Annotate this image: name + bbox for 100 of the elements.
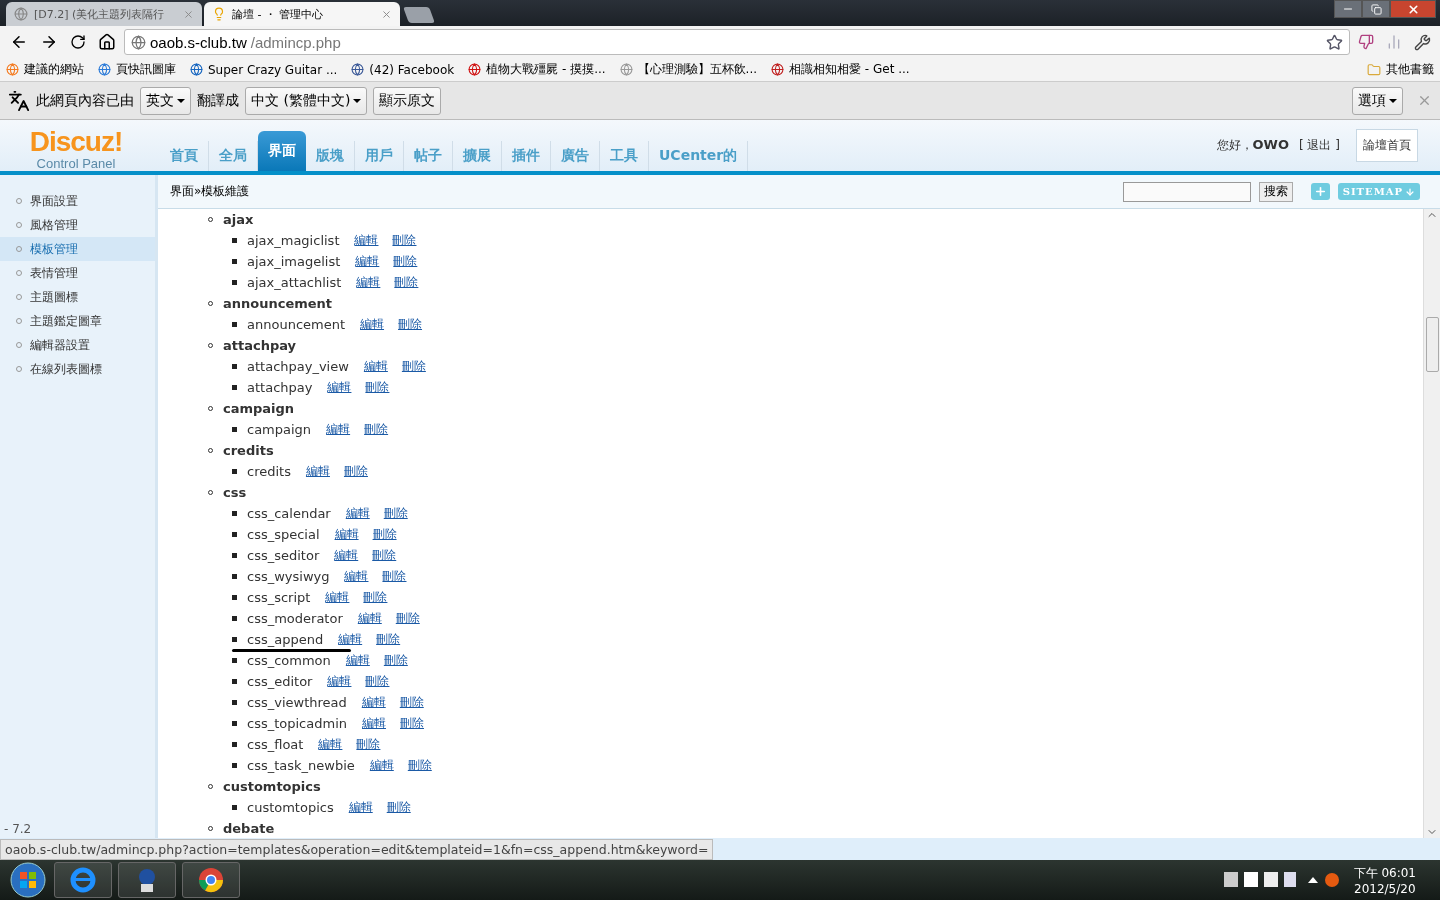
sidebar-item[interactable]: 界面設置 bbox=[0, 189, 155, 213]
sidebar-item[interactable]: 主題圖標 bbox=[0, 285, 155, 309]
edit-link[interactable]: 編輯 bbox=[334, 547, 359, 564]
delete-link[interactable]: 刪除 bbox=[356, 736, 381, 753]
other-bookmarks[interactable]: 其他書籤 bbox=[1367, 61, 1434, 78]
edit-link[interactable]: 編輯 bbox=[362, 715, 386, 732]
delete-link[interactable]: 刪除 bbox=[382, 568, 407, 585]
edit-link[interactable]: 編輯 bbox=[318, 736, 343, 753]
wrench-icon[interactable] bbox=[1413, 33, 1431, 51]
delete-link[interactable]: 刪除 bbox=[364, 421, 389, 438]
breadcrumb: 界面»模板維護 bbox=[170, 183, 250, 200]
edit-link[interactable]: 編輯 bbox=[369, 757, 394, 774]
chrome-taskbar-icon[interactable] bbox=[182, 862, 240, 898]
maximize-button[interactable] bbox=[1362, 0, 1390, 18]
close-icon[interactable] bbox=[381, 8, 392, 20]
delete-link[interactable]: 刪除 bbox=[398, 316, 423, 333]
delete-link[interactable]: 刪除 bbox=[372, 526, 397, 543]
close-button[interactable] bbox=[1390, 0, 1436, 18]
star-icon[interactable] bbox=[1326, 33, 1343, 51]
browser-tab[interactable]: [D7.2] (美化主題列表隔行 bbox=[6, 2, 202, 26]
delete-link[interactable]: 刪除 bbox=[393, 253, 418, 270]
delete-link[interactable]: 刪除 bbox=[376, 631, 401, 648]
edit-link[interactable]: 編輯 bbox=[344, 568, 369, 585]
template-name: ajax_attachlist bbox=[247, 275, 342, 290]
template-name: credits bbox=[247, 464, 291, 479]
delete-link[interactable]: 刪除 bbox=[394, 274, 419, 291]
edit-link[interactable]: 編輯 bbox=[327, 673, 352, 690]
bookmark[interactable]: 建議的網站 bbox=[6, 61, 84, 78]
delete-link[interactable]: 刪除 bbox=[399, 694, 424, 711]
edit-link[interactable]: 編輯 bbox=[325, 589, 350, 606]
delete-link[interactable]: 刪除 bbox=[363, 589, 388, 606]
edit-link[interactable]: 編輯 bbox=[345, 652, 370, 669]
forum-home-button[interactable]: 論壇首頁 bbox=[1356, 129, 1418, 162]
bookmark[interactable]: 相識相知相愛 - Get ... bbox=[771, 61, 910, 78]
delete-link[interactable]: 刪除 bbox=[343, 463, 368, 480]
edit-link[interactable]: 編輯 bbox=[305, 463, 330, 480]
translate-icon bbox=[8, 89, 30, 112]
logout-link[interactable]: [ 退出 ] bbox=[1299, 137, 1340, 154]
source-language-dropdown[interactable]: 英文 bbox=[140, 86, 191, 115]
edit-link[interactable]: 編輯 bbox=[361, 694, 386, 711]
show-original-button[interactable]: 顯示原文 bbox=[373, 86, 442, 115]
edit-link[interactable]: 編輯 bbox=[360, 316, 385, 333]
url-host: oaob.s-club.tw bbox=[150, 33, 247, 51]
folder-icon bbox=[1367, 62, 1381, 77]
address-bar[interactable]: oaob.s-club.tw /admincp.php bbox=[124, 29, 1350, 55]
search-button[interactable]: 搜索 bbox=[1258, 181, 1293, 202]
target-language-dropdown[interactable]: 中文 (繁體中文) bbox=[245, 86, 368, 115]
new-tab-button[interactable] bbox=[403, 7, 435, 23]
template-name: css_script bbox=[247, 590, 311, 605]
edit-link[interactable]: 編輯 bbox=[327, 379, 352, 396]
bookmark[interactable]: 頁快訊圖庫 bbox=[98, 61, 176, 78]
scrollbar[interactable] bbox=[1423, 209, 1440, 838]
browser-tab[interactable]: 論壇 - ・ 管理中心 bbox=[204, 2, 400, 26]
delete-link[interactable]: 刪除 bbox=[407, 757, 432, 774]
start-button[interactable] bbox=[8, 860, 48, 900]
back-icon[interactable] bbox=[10, 33, 28, 51]
sidebar-item[interactable]: 模板管理 bbox=[0, 237, 155, 261]
delete-link[interactable]: 刪除 bbox=[365, 673, 390, 690]
edit-link[interactable]: 編輯 bbox=[354, 232, 379, 249]
sidebar-item[interactable]: 表情管理 bbox=[0, 261, 155, 285]
edit-link[interactable]: 編輯 bbox=[326, 421, 351, 438]
forward-icon[interactable] bbox=[40, 33, 58, 51]
delete-link[interactable]: 刪除 bbox=[386, 799, 411, 816]
delete-link[interactable]: 刪除 bbox=[365, 379, 390, 396]
sidebar-item[interactable]: 編輯器設置 bbox=[0, 333, 155, 357]
sidebar-item[interactable]: 在線列表圖標 bbox=[0, 357, 155, 381]
bookmark[interactable]: 植物大戰殭屍 - 摸摸... bbox=[468, 61, 606, 78]
edit-link[interactable]: 編輯 bbox=[357, 610, 382, 627]
bookmark[interactable]: (42) Facebook bbox=[351, 62, 455, 77]
nav-tab[interactable]: 界面 bbox=[258, 131, 306, 171]
browser-taskbar-icon[interactable] bbox=[54, 862, 112, 898]
reload-icon[interactable] bbox=[70, 34, 86, 50]
bookmark[interactable]: Super Crazy Guitar ... bbox=[190, 62, 338, 77]
edit-link[interactable]: 編輯 bbox=[355, 253, 380, 270]
app-taskbar-icon[interactable] bbox=[118, 862, 176, 898]
edit-link[interactable]: 編輯 bbox=[334, 526, 359, 543]
edit-link[interactable]: 編輯 bbox=[363, 358, 388, 375]
edit-link[interactable]: 編輯 bbox=[356, 274, 381, 291]
delete-link[interactable]: 刪除 bbox=[383, 505, 408, 522]
edit-link[interactable]: 編輯 bbox=[348, 799, 373, 816]
delete-link[interactable]: 刪除 bbox=[383, 652, 408, 669]
delete-link[interactable]: 刪除 bbox=[392, 232, 417, 249]
options-button[interactable]: 選項 bbox=[1352, 86, 1403, 115]
thumbs-down-icon[interactable] bbox=[1358, 34, 1374, 50]
delete-link[interactable]: 刪除 bbox=[372, 547, 397, 564]
sidebar-item[interactable]: 風格管理 bbox=[0, 213, 155, 237]
template-group: announcement bbox=[223, 296, 333, 311]
delete-link[interactable]: 刪除 bbox=[395, 610, 420, 627]
sidebar-item[interactable]: 主題鑑定圖章 bbox=[0, 309, 155, 333]
square-bullet-icon bbox=[232, 805, 237, 810]
search-field[interactable] bbox=[1122, 181, 1251, 202]
scroll-thumb[interactable] bbox=[1425, 317, 1439, 372]
home-icon[interactable] bbox=[98, 33, 116, 51]
edit-link[interactable]: 編輯 bbox=[345, 505, 370, 522]
bookmark[interactable]: 【心理測驗】五杯飲... bbox=[619, 61, 758, 78]
edit-link[interactable]: 編輯 bbox=[338, 631, 363, 648]
delete-link[interactable]: 刪除 bbox=[400, 715, 424, 732]
minimize-button[interactable] bbox=[1334, 0, 1362, 18]
delete-link[interactable]: 刪除 bbox=[401, 358, 426, 375]
template-name: css_seditor bbox=[247, 548, 320, 563]
